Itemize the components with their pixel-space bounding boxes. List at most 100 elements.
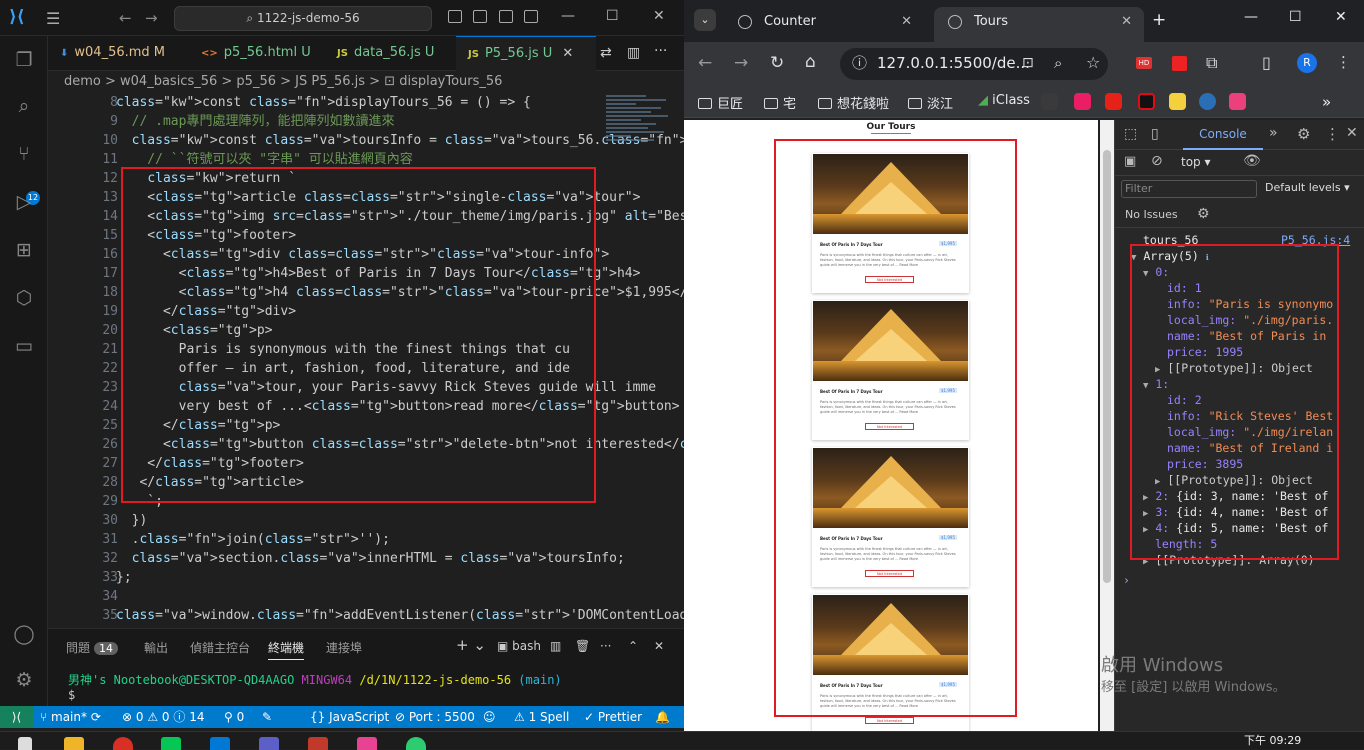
hd-extension-icon[interactable]: HD xyxy=(1136,57,1152,69)
tab-console[interactable]: Console xyxy=(1183,120,1263,150)
bookmark-folder[interactable]: 巨匠 xyxy=(698,93,743,112)
tab-data-js[interactable]: JS data_56.js U xyxy=(325,36,455,71)
page-scrollbar[interactable] xyxy=(1100,120,1114,731)
close-panel-icon[interactable]: ✕ xyxy=(654,639,664,653)
tab-debug-console[interactable]: 偵錯主控台 xyxy=(190,639,250,656)
problems-status[interactable]: ⊗ 0 ⚠ 0 ⓘ 14 xyxy=(122,706,204,728)
bookmark-icon[interactable] xyxy=(1074,93,1091,110)
code-line[interactable]: }; xyxy=(116,568,132,587)
line-icon[interactable] xyxy=(161,737,181,750)
bookmark-folder[interactable]: 淡江 xyxy=(908,93,953,112)
bookmark-star-icon[interactable]: ☆ xyxy=(1086,53,1100,72)
terminal-input[interactable]: $ xyxy=(68,688,75,702)
live-server-status[interactable]: ⊘ Port : 5500 xyxy=(395,706,475,728)
breadcrumb[interactable]: demo > w04_basics_56 > p5_56 > JS P5_56.… xyxy=(48,71,684,93)
notifications-icon[interactable]: 🔔 xyxy=(655,706,670,728)
sidebar-toggle-icon[interactable]: ▣ xyxy=(1124,154,1136,169)
site-info-icon[interactable]: ⓘ xyxy=(852,48,867,79)
tab-p5-html[interactable]: <> p5_56.html U xyxy=(189,36,324,71)
more-bookmarks-icon[interactable]: » xyxy=(1322,93,1331,111)
browser-tab-tours[interactable]: Tours ✕ xyxy=(934,7,1144,42)
extensions-icon[interactable]: ⊞ xyxy=(12,238,36,262)
toggle-secondary-sidebar-icon[interactable] xyxy=(499,10,513,23)
code-line[interactable]: .class="fn">join(class="str">''); xyxy=(116,530,390,549)
code-line[interactable]: class="kw">const class="fn">displayTours… xyxy=(116,93,531,112)
explorer-icon[interactable]: ❐ xyxy=(12,48,36,72)
profile-avatar[interactable]: R xyxy=(1297,53,1317,73)
split-editor-icon[interactable]: ▥ xyxy=(627,45,640,61)
code-line[interactable]: class="kw">const class="va">toursInfo = … xyxy=(116,131,684,150)
inspect-element-icon[interactable]: ⬚ xyxy=(1124,126,1137,142)
reload-icon[interactable]: ↻ xyxy=(770,53,784,73)
clock[interactable]: 下午 09:29 xyxy=(1244,732,1301,748)
teams-icon[interactable] xyxy=(259,737,279,750)
back-arrow-icon[interactable]: ← xyxy=(119,9,132,27)
source-control-icon[interactable]: ⑂ xyxy=(12,142,36,166)
extensions-puzzle-icon[interactable]: ⧉ xyxy=(1206,53,1217,73)
menu-kebab-icon[interactable]: ⋮ xyxy=(1336,53,1351,71)
zoom-icon[interactable]: ⌕ xyxy=(1054,54,1062,72)
ports-status[interactable]: ⚲ 0 xyxy=(224,706,244,728)
code-line[interactable]: class="va">window.class="fn">addEventLis… xyxy=(116,606,684,625)
vscode-taskbar-icon[interactable] xyxy=(210,737,230,750)
more-icon[interactable]: ··· xyxy=(600,639,611,653)
bookmark-folder[interactable]: 想花錢啦 xyxy=(818,93,889,112)
clear-console-icon[interactable]: ⊘ xyxy=(1151,153,1163,169)
bookmark-icon[interactable] xyxy=(1169,93,1186,110)
edge-icon[interactable] xyxy=(406,737,426,750)
close-tab-icon[interactable]: ✕ xyxy=(562,46,573,61)
forward-arrow-icon[interactable]: → xyxy=(145,9,158,27)
settings-gear-icon[interactable]: ⚙ xyxy=(1297,125,1310,143)
translate-icon[interactable]: ⊡ xyxy=(1022,55,1034,71)
side-panel-icon[interactable]: ▯ xyxy=(1262,53,1271,72)
search-icon[interactable]: ⌕ xyxy=(12,94,36,118)
prettier-status[interactable]: ✓ Prettier xyxy=(584,706,642,728)
minimap[interactable] xyxy=(606,93,676,173)
compare-icon[interactable]: ⇄ xyxy=(600,45,612,61)
browser-tab-counter[interactable]: Counter ✕ xyxy=(724,7,924,42)
toggle-panel-icon[interactable] xyxy=(473,10,487,23)
close-tab-icon[interactable]: ✕ xyxy=(901,7,912,37)
close-tab-icon[interactable]: ✕ xyxy=(1121,7,1132,37)
split-terminal-icon[interactable]: ▥ xyxy=(550,639,561,653)
forward-icon[interactable]: → xyxy=(734,53,748,73)
console-prompt-icon[interactable]: › xyxy=(1123,572,1130,588)
youtube-icon[interactable] xyxy=(1105,93,1122,110)
hamburger-menu-icon[interactable]: ☰ xyxy=(46,9,60,28)
accounts-icon[interactable]: ☺ xyxy=(483,706,496,728)
copilot-icon[interactable]: ✎ xyxy=(262,706,272,728)
bookmark-icon[interactable] xyxy=(1041,93,1058,110)
spell-status[interactable]: ⚠ 1 Spell xyxy=(514,706,569,728)
console-filter-input[interactable]: Filter xyxy=(1121,180,1257,198)
start-icon[interactable] xyxy=(18,737,32,750)
account-icon[interactable]: ◯ xyxy=(12,622,36,646)
minimize-icon[interactable]: — xyxy=(561,8,575,24)
app-icon[interactable] xyxy=(357,737,377,750)
python-icon[interactable]: ⬡ xyxy=(12,286,36,310)
tab-terminal[interactable]: 終端機 xyxy=(268,639,305,660)
tab-ports[interactable]: 連接埠 xyxy=(326,639,362,656)
more-actions-icon[interactable]: ··· xyxy=(654,43,667,59)
command-center-search[interactable]: ⌕ 1122-js-demo-56 xyxy=(174,6,432,31)
back-icon[interactable]: ← xyxy=(698,53,712,73)
bookmark-icon[interactable] xyxy=(1199,93,1216,110)
context-selector[interactable]: top ▾ xyxy=(1181,155,1211,169)
chrome-icon[interactable] xyxy=(113,737,133,750)
bookmark-icon[interactable] xyxy=(1229,93,1246,110)
netflix-icon[interactable] xyxy=(1138,93,1155,110)
minimize-icon[interactable]: — xyxy=(1244,9,1258,25)
tab-problems[interactable]: 問題 14 xyxy=(66,639,119,656)
device-toolbar-icon[interactable]: ▯ xyxy=(1151,126,1159,142)
code-line[interactable]: // .map專門處理陣列，能把陣列如數讀進來 xyxy=(116,112,395,131)
tab-output[interactable]: 輸出 xyxy=(144,639,168,656)
new-terminal-icon[interactable]: + ⌄ xyxy=(456,636,486,654)
more-options-icon[interactable]: ⋮ xyxy=(1325,125,1340,143)
close-devtools-icon[interactable]: ✕ xyxy=(1346,125,1358,141)
terminal-shell-selector[interactable]: ▣ bash xyxy=(497,639,541,653)
customize-layout-icon[interactable] xyxy=(524,10,538,23)
bookmark-folder[interactable]: 宅 xyxy=(764,93,796,112)
code-line[interactable]: }) xyxy=(116,511,148,530)
tab-p5-js[interactable]: JS P5_56.js U ✕ xyxy=(456,36,596,71)
tab-search-icon[interactable]: ⌄ xyxy=(694,9,716,31)
run-debug-icon[interactable]: ▷ xyxy=(12,190,36,214)
